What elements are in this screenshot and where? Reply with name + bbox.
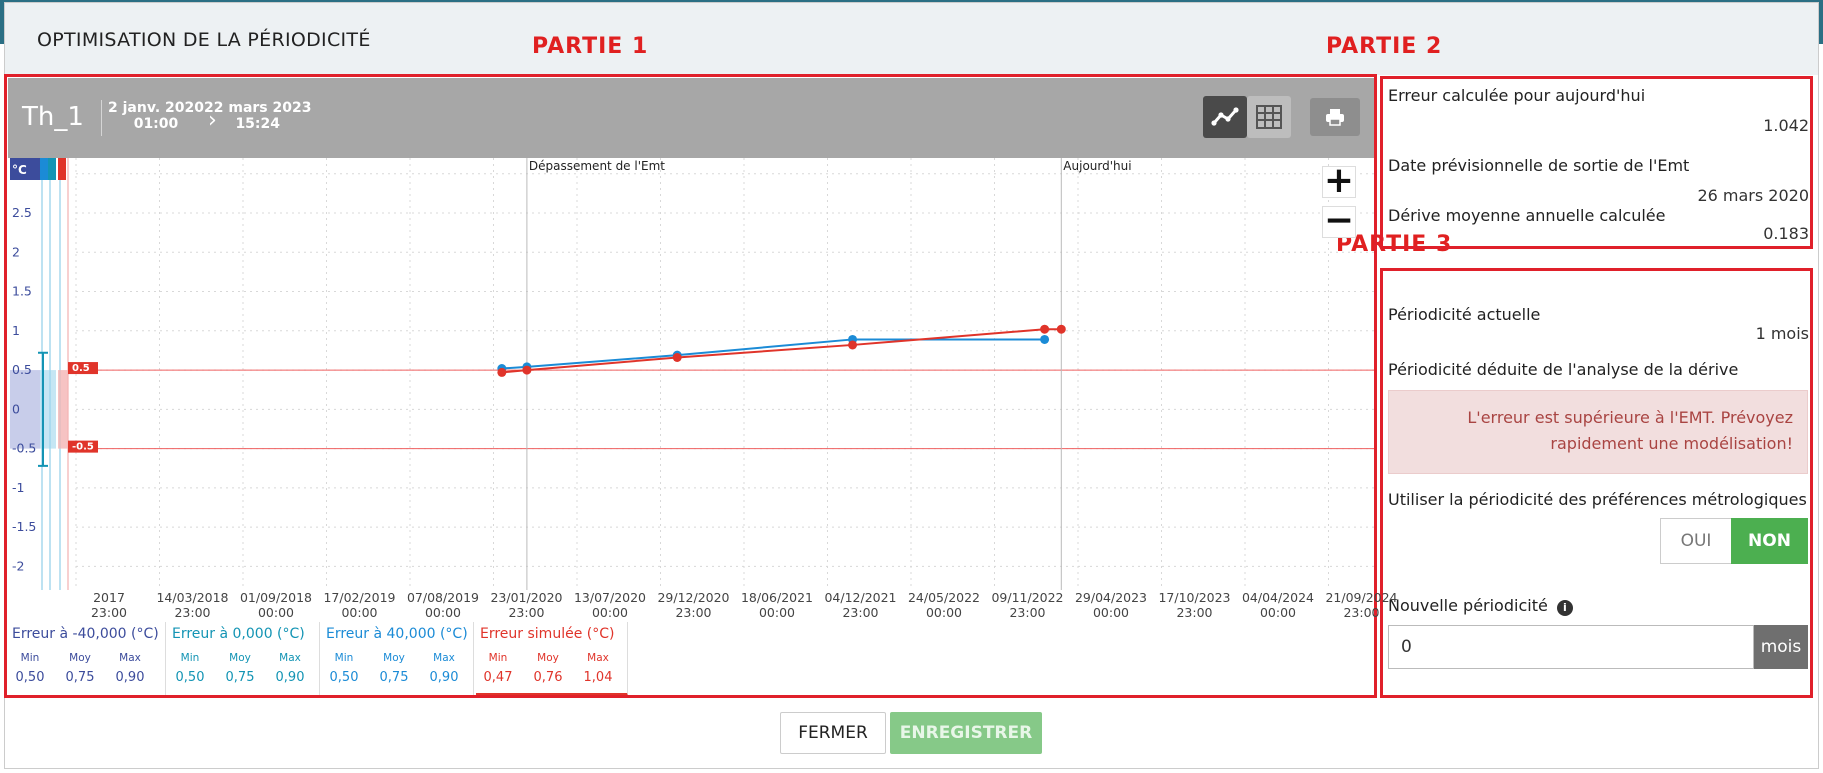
- x-tick-label: 07/08/2019 00:00: [406, 590, 480, 620]
- alert-line-1: L'erreur est supérieure à l'EMT. Prévoye…: [1467, 408, 1793, 427]
- x-tick-time: 23:00: [508, 605, 545, 620]
- modal-title: OPTIMISATION DE LA PÉRIODICITÉ: [37, 29, 371, 51]
- x-tick-date: 2017: [93, 590, 125, 605]
- x-tick-time: 00:00: [1092, 605, 1130, 620]
- x-tick-time: 23:00: [1176, 605, 1213, 620]
- x-tick-date: 21/09/2024: [1325, 590, 1398, 605]
- x-tick-label: 23/01/2020 23:00: [490, 590, 564, 620]
- alert-line-2: rapidement une modélisation!: [1550, 434, 1793, 453]
- x-tick-date: 13/07/2020: [573, 590, 647, 605]
- deduced-period-label: Périodicité déduite de l'analyse de la d…: [1388, 360, 1739, 379]
- x-tick-time: 23:00: [1009, 605, 1046, 620]
- part1-label: PARTIE 1: [532, 34, 649, 59]
- use-preferences-label: Utiliser la périodicité des préférences …: [1388, 490, 1807, 509]
- x-tick-time: 00:00: [925, 605, 963, 620]
- emt-exit-date-value: 26 mars 2020: [1697, 186, 1809, 205]
- x-tick-label: 21/09/2024 23:00: [1325, 590, 1399, 620]
- x-tick-label: 17/10/2023 23:00: [1158, 590, 1232, 620]
- x-tick-date: 29/12/2020: [657, 590, 730, 605]
- x-tick-label: 18/06/2021 00:00: [740, 590, 814, 620]
- x-tick-label: 09/11/2022 23:00: [991, 590, 1065, 620]
- info-icon[interactable]: i: [1556, 600, 1573, 616]
- x-tick-label: 17/02/2019 00:00: [323, 590, 397, 620]
- error-today-label: Erreur calculée pour aujourd'hui: [1388, 86, 1646, 105]
- new-period-label: Nouvelle périodicité i: [1388, 596, 1573, 616]
- part2-label: PARTIE 2: [1326, 34, 1443, 59]
- close-button[interactable]: FERMER: [780, 712, 886, 754]
- x-tick-date: 07/08/2019: [406, 590, 480, 605]
- error-today-value: 1.042: [1763, 116, 1809, 135]
- x-tick-date: 09/11/2022: [991, 590, 1064, 605]
- x-tick-label: 01/09/2018 00:00: [239, 590, 313, 620]
- x-tick-time: 00:00: [758, 605, 796, 620]
- x-tick-time: 23:00: [842, 605, 879, 620]
- annual-drift-label: Dérive moyenne annuelle calculée: [1388, 206, 1666, 225]
- annual-drift-value: 0.183: [1763, 224, 1809, 243]
- oui-toggle[interactable]: OUI: [1660, 518, 1732, 564]
- x-tick-label: 24/05/2022 00:00: [907, 590, 981, 620]
- x-tick-time: 23:00: [174, 605, 211, 620]
- x-tick-time: 00:00: [257, 605, 295, 620]
- x-tick-date: 29/04/2023: [1074, 590, 1148, 605]
- x-tick-date: 01/09/2018: [239, 590, 313, 605]
- current-period-label: Périodicité actuelle: [1388, 305, 1541, 324]
- new-period-input[interactable]: [1388, 625, 1754, 669]
- save-button[interactable]: ENREGISTRER: [890, 712, 1042, 754]
- x-tick-time: 00:00: [341, 605, 378, 620]
- x-tick-label: 13/07/2020 00:00: [573, 590, 647, 620]
- x-tick-date: 17/10/2023: [1158, 590, 1231, 605]
- x-tick-label: 04/12/2021 23:00: [824, 590, 898, 620]
- x-tick-time: 00:00: [1259, 605, 1297, 620]
- new-period-text: Nouvelle périodicité: [1388, 596, 1548, 615]
- x-tick-date: 18/06/2021: [740, 590, 814, 605]
- x-tick-label: 29/04/2023 00:00: [1074, 590, 1148, 620]
- x-tick-label: 04/04/2024 00:00: [1241, 590, 1315, 620]
- x-tick-label: 14/03/2018 23:00: [156, 590, 230, 620]
- non-toggle[interactable]: NON: [1731, 518, 1808, 564]
- x-tick-date: 23/01/2020: [490, 590, 563, 605]
- x-tick-date: 14/03/2018: [156, 590, 229, 605]
- emt-exit-date-label: Date prévisionnelle de sortie de l'Emt: [1388, 156, 1690, 175]
- x-tick-label: 2017 23:00: [72, 590, 146, 620]
- x-tick-time: 00:00: [424, 605, 462, 620]
- current-period-value: 1 mois: [1755, 324, 1809, 343]
- x-tick-time: 00:00: [591, 605, 629, 620]
- x-tick-date: 24/05/2022: [907, 590, 981, 605]
- period-unit-addon: mois: [1754, 625, 1808, 669]
- x-tick-time: 23:00: [1343, 605, 1380, 620]
- x-tick-date: 17/02/2019: [323, 590, 396, 605]
- x-tick-date: 04/12/2021: [824, 590, 897, 605]
- error-alert: L'erreur est supérieure à l'EMT. Prévoye…: [1388, 390, 1808, 474]
- x-tick-time: 23:00: [90, 605, 128, 620]
- x-tick-date: 04/04/2024: [1241, 590, 1315, 605]
- x-tick-time: 23:00: [675, 605, 712, 620]
- x-tick-label: 29/12/2020 23:00: [657, 590, 731, 620]
